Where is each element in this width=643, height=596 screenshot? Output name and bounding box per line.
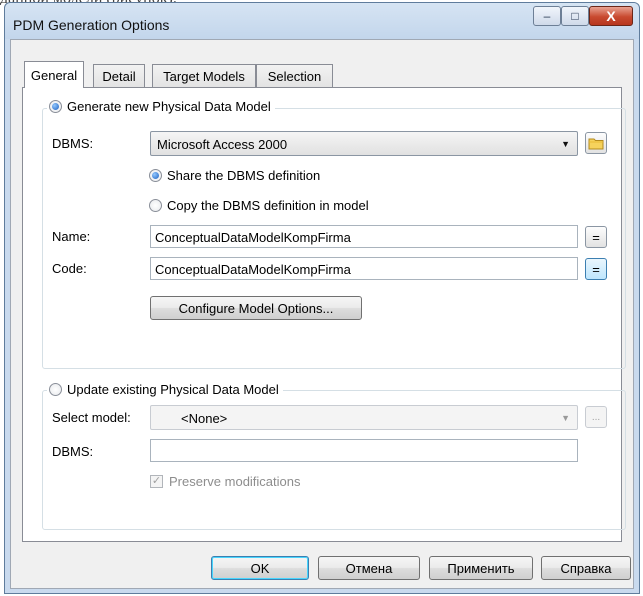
cancel-button[interactable]: Отмена — [318, 556, 420, 580]
generate-new-legend[interactable]: Generate new Physical Data Model — [47, 99, 275, 114]
dbms-select-value: Microsoft Access 2000 — [157, 137, 288, 152]
tab-target-models[interactable]: Target Models — [152, 64, 256, 87]
code-input[interactable]: ConceptualDataModelKompFirma — [150, 257, 578, 280]
window-title: PDM Generation Options — [13, 17, 170, 33]
folder-icon — [588, 138, 604, 149]
tab-selection[interactable]: Selection — [256, 64, 333, 87]
select-model-dropdown[interactable]: <None> ▼ — [150, 405, 578, 430]
share-dbms-label: Share the DBMS definition — [167, 168, 321, 183]
dbms-select[interactable]: Microsoft Access 2000 ▼ — [150, 131, 578, 156]
dbms-browse-button[interactable] — [585, 132, 607, 154]
tab-detail[interactable]: Detail — [93, 64, 145, 87]
code-label: Code: — [52, 261, 87, 276]
tab-general[interactable]: General — [24, 61, 84, 88]
share-dbms-radio[interactable] — [149, 169, 162, 182]
title-bar: PDM Generation Options – □ X — [5, 3, 639, 39]
configure-model-options-button[interactable]: Configure Model Options... — [150, 296, 362, 320]
help-button[interactable]: Справка — [541, 556, 631, 580]
ok-button[interactable]: OK — [211, 556, 309, 580]
share-dbms-option[interactable]: Share the DBMS definition — [149, 168, 320, 183]
select-model-value: <None> — [181, 411, 228, 426]
maximize-icon: □ — [571, 9, 579, 23]
copy-dbms-radio[interactable] — [149, 199, 162, 212]
minimize-icon: – — [543, 9, 551, 23]
maximize-button[interactable]: □ — [561, 6, 589, 26]
generate-new-label: Generate new Physical Data Model — [67, 99, 271, 114]
dialog-client-area: General Detail Target Models Selection G… — [10, 39, 634, 589]
select-model-browse-button[interactable]: ... — [585, 406, 607, 428]
close-icon: X — [606, 8, 616, 24]
minimize-button[interactable]: – — [533, 6, 561, 26]
copy-dbms-option[interactable]: Copy the DBMS definition in model — [149, 198, 369, 213]
name-label: Name: — [52, 229, 91, 244]
code-equals-button[interactable]: = — [585, 258, 607, 280]
generate-new-radio[interactable] — [49, 100, 62, 113]
preserve-modifications-label: Preserve modifications — [169, 474, 301, 489]
chevron-down-icon: ▼ — [561, 139, 570, 149]
update-existing-radio[interactable] — [49, 383, 62, 396]
apply-button[interactable]: Применить — [429, 556, 533, 580]
equals-icon: = — [592, 229, 600, 245]
equals-icon: = — [592, 261, 600, 277]
chevron-down-icon: ▼ — [561, 413, 570, 423]
general-tab-panel: Generate new Physical Data Model DBMS: M… — [22, 87, 626, 542]
preserve-modifications-checkbox[interactable]: ✓ — [150, 475, 163, 488]
copy-dbms-label: Copy the DBMS definition in model — [167, 198, 369, 213]
name-equals-button[interactable]: = — [585, 226, 607, 248]
update-dbms-label: DBMS: — [52, 444, 94, 459]
update-existing-legend[interactable]: Update existing Physical Data Model — [47, 382, 283, 397]
name-input[interactable]: ConceptualDataModelKompFirma — [150, 225, 578, 248]
preserve-modifications-option[interactable]: ✓ Preserve modifications — [150, 474, 301, 489]
select-model-label: Select model: — [52, 410, 131, 425]
update-dbms-input[interactable] — [150, 439, 578, 462]
update-existing-label: Update existing Physical Data Model — [67, 382, 279, 397]
dbms-label: DBMS: — [52, 136, 94, 151]
close-button[interactable]: X — [589, 6, 633, 26]
pdm-generation-options-dialog: PDM Generation Options – □ X General Det… — [4, 2, 640, 594]
